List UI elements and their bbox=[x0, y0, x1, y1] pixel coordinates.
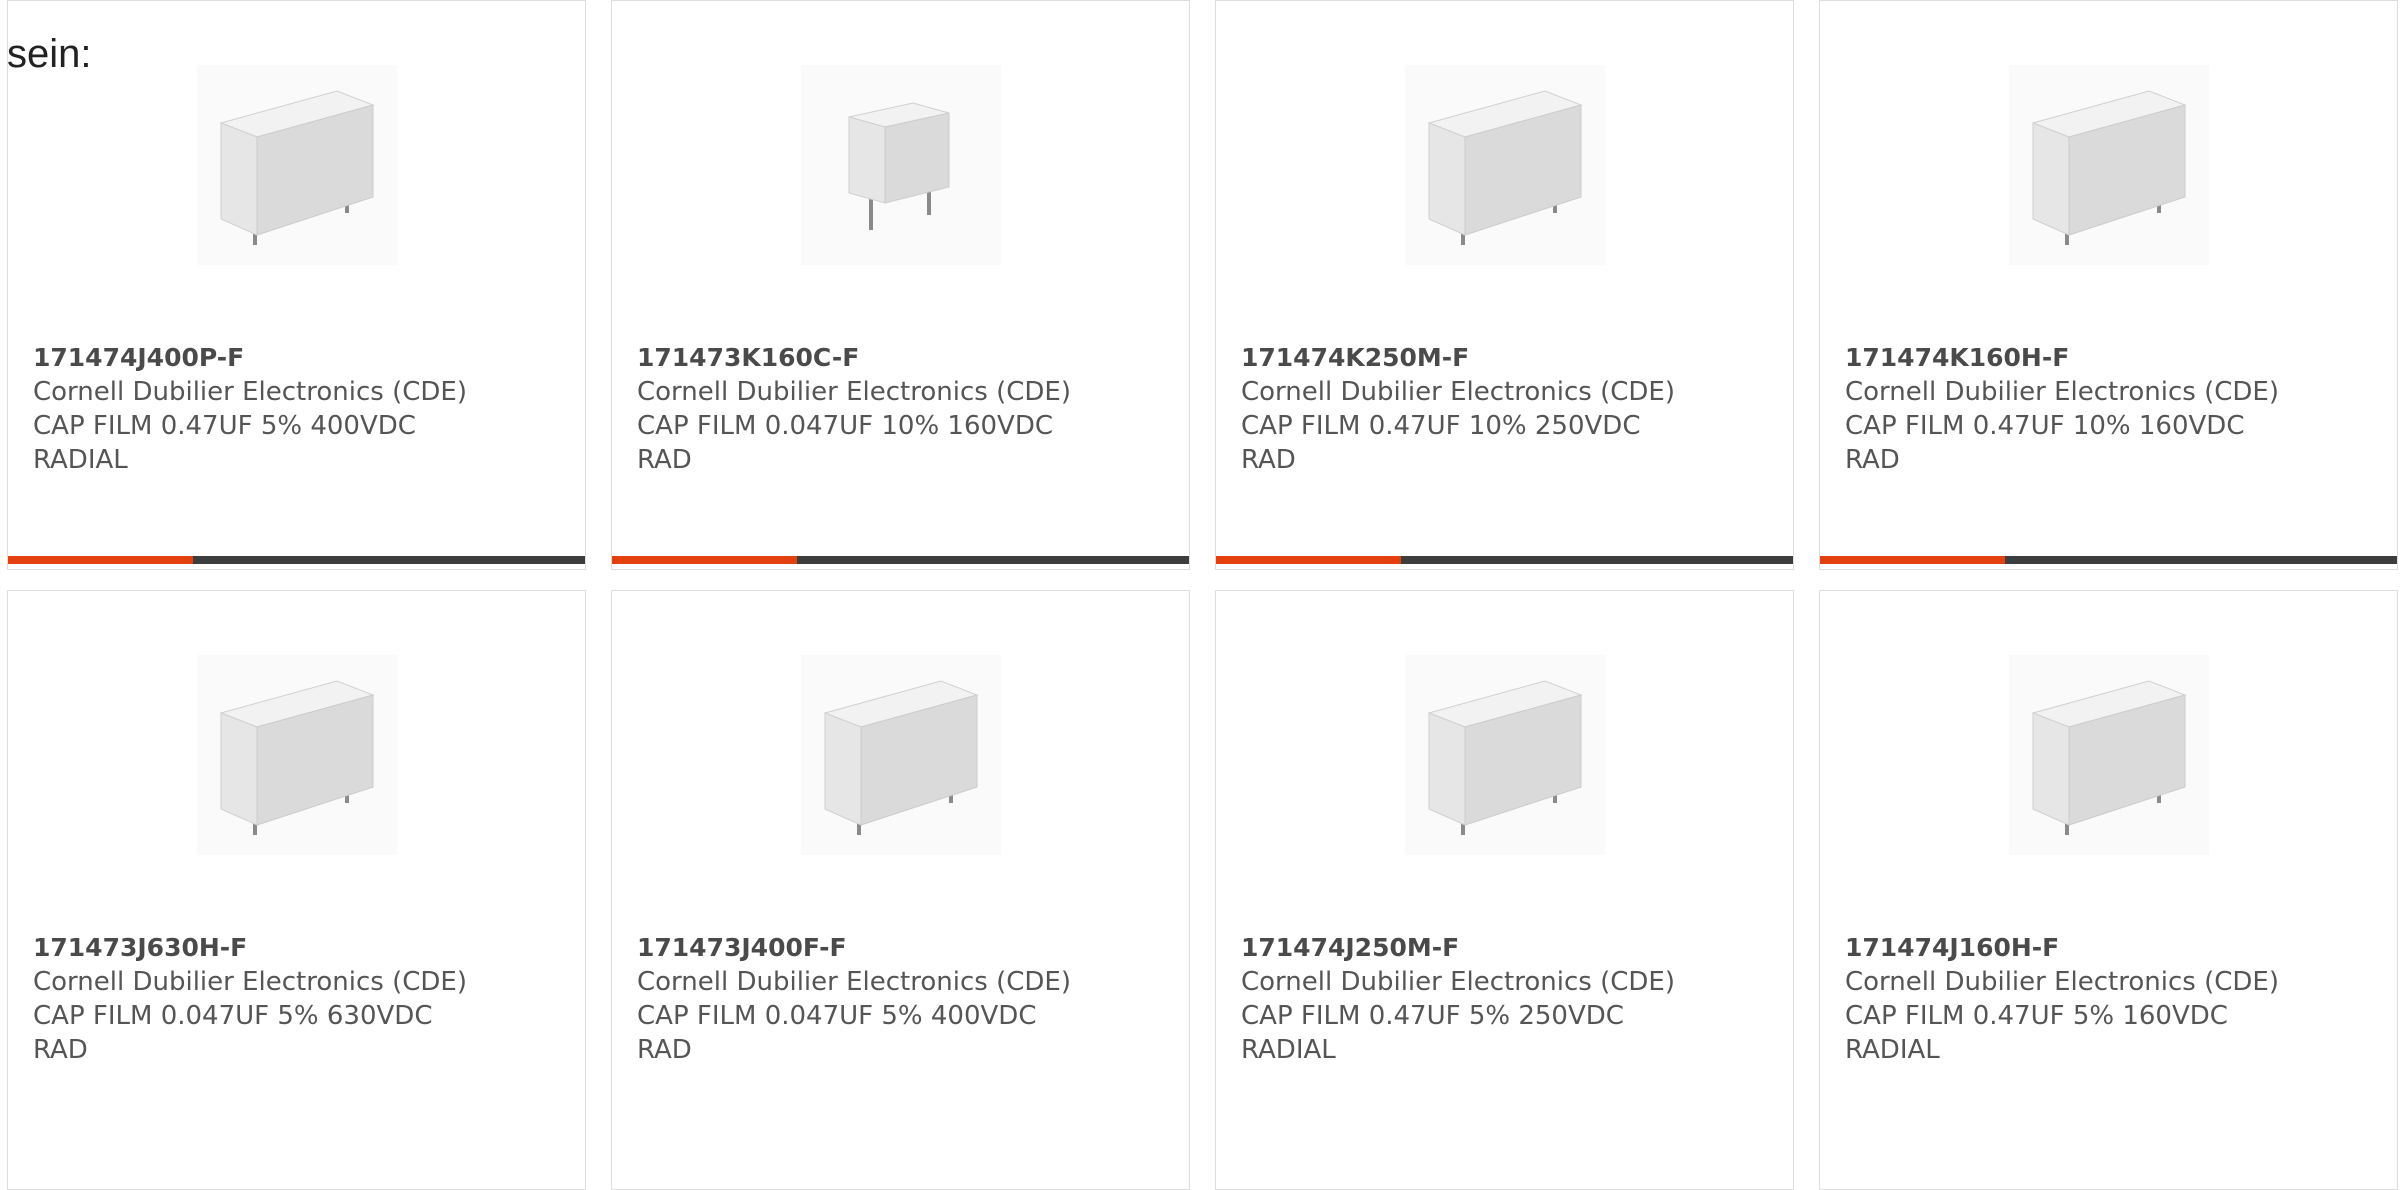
capacitor-image[interactable] bbox=[2008, 655, 2209, 855]
part-number-link[interactable]: 171474K160H-F bbox=[1845, 341, 2387, 375]
capacitor-image[interactable] bbox=[800, 655, 1001, 855]
product-description: CAP FILM 0.47UF 5% 250VDC bbox=[1241, 1001, 1624, 1031]
product-description-cont: RADIAL bbox=[1845, 1035, 1940, 1065]
product-description-cont: RAD bbox=[637, 445, 692, 475]
progress-bar-fill bbox=[8, 556, 193, 564]
part-number-link[interactable]: 171474J250M-F bbox=[1241, 931, 1783, 965]
part-number-link[interactable]: 171474K250M-F bbox=[1241, 341, 1783, 375]
manufacturer-name: Cornell Dubilier Electronics (CDE) bbox=[33, 967, 467, 997]
product-description-cont: RAD bbox=[1241, 445, 1296, 475]
product-card[interactable]: 171473J630H-F Cornell Dubilier Electronic… bbox=[7, 590, 586, 1190]
product-card[interactable]: 171474K250M-F Cornell Dubilier Electronic… bbox=[1215, 0, 1794, 570]
capacitor-image[interactable] bbox=[1404, 655, 1605, 855]
product-info: 171473K160C-F Cornell Dubilier Electronic… bbox=[637, 341, 1179, 477]
product-description: CAP FILM 0.47UF 10% 160VDC bbox=[1845, 411, 2245, 441]
part-number-link[interactable]: 171473J630H-F bbox=[33, 931, 575, 965]
intro-text: sein: bbox=[7, 32, 92, 76]
product-description: CAP FILM 0.47UF 10% 250VDC bbox=[1241, 411, 1641, 441]
product-description-cont: RAD bbox=[637, 1035, 692, 1065]
capacitor-image[interactable] bbox=[800, 65, 1001, 265]
product-description: CAP FILM 0.047UF 5% 400VDC bbox=[637, 1001, 1037, 1031]
product-description-cont: RADIAL bbox=[1241, 1035, 1336, 1065]
part-number-link[interactable]: 171474J160H-F bbox=[1845, 931, 2387, 965]
manufacturer-name: Cornell Dubilier Electronics (CDE) bbox=[1845, 377, 2279, 407]
capacitor-image[interactable] bbox=[2008, 65, 2209, 265]
product-description: CAP FILM 0.047UF 5% 630VDC bbox=[33, 1001, 433, 1031]
manufacturer-name: Cornell Dubilier Electronics (CDE) bbox=[33, 377, 467, 407]
product-info: 171473J400F-F Cornell Dubilier Electronic… bbox=[637, 931, 1179, 1067]
manufacturer-name: Cornell Dubilier Electronics (CDE) bbox=[1241, 377, 1675, 407]
product-info: 171474J400P-F Cornell Dubilier Electronic… bbox=[33, 341, 575, 477]
product-info: 171474K250M-F Cornell Dubilier Electronic… bbox=[1241, 341, 1783, 477]
product-card[interactable]: 171474J160H-F Cornell Dubilier Electronic… bbox=[1819, 590, 2398, 1190]
product-description-cont: RADIAL bbox=[33, 445, 128, 475]
product-info: 171474K160H-F Cornell Dubilier Electronic… bbox=[1845, 341, 2387, 477]
part-number-link[interactable]: 171473J400F-F bbox=[637, 931, 1179, 965]
product-card[interactable]: 171474J400P-F Cornell Dubilier Electronic… bbox=[7, 0, 586, 570]
capacitor-graphic bbox=[2008, 655, 2209, 855]
part-number-link[interactable]: 171474J400P-F bbox=[33, 341, 575, 375]
manufacturer-name: Cornell Dubilier Electronics (CDE) bbox=[1241, 967, 1675, 997]
progress-bar-fill bbox=[1216, 556, 1401, 564]
product-description: CAP FILM 0.47UF 5% 400VDC bbox=[33, 411, 416, 441]
product-description-cont: RAD bbox=[33, 1035, 88, 1065]
capacitor-graphic bbox=[196, 655, 397, 855]
manufacturer-name: Cornell Dubilier Electronics (CDE) bbox=[637, 377, 1071, 407]
manufacturer-name: Cornell Dubilier Electronics (CDE) bbox=[1845, 967, 2279, 997]
part-number-link[interactable]: 171473K160C-F bbox=[637, 341, 1179, 375]
product-info: 171474J160H-F Cornell Dubilier Electronic… bbox=[1845, 931, 2387, 1067]
product-card[interactable]: 171474K160H-F Cornell Dubilier Electronic… bbox=[1819, 0, 2398, 570]
product-description-cont: RAD bbox=[1845, 445, 1900, 475]
capacitor-image[interactable] bbox=[196, 655, 397, 855]
product-card[interactable]: 171473J400F-F Cornell Dubilier Electronic… bbox=[611, 590, 1190, 1190]
capacitor-graphic bbox=[800, 65, 1001, 265]
progress-bar bbox=[612, 556, 1189, 564]
progress-bar bbox=[8, 556, 585, 564]
product-description: CAP FILM 0.047UF 10% 160VDC bbox=[637, 411, 1054, 441]
capacitor-image[interactable] bbox=[196, 65, 397, 265]
progress-bar-fill bbox=[612, 556, 797, 564]
product-card[interactable]: 171474J250M-F Cornell Dubilier Electronic… bbox=[1215, 590, 1794, 1190]
capacitor-graphic bbox=[1404, 65, 1605, 265]
capacitor-graphic bbox=[800, 655, 1001, 855]
capacitor-graphic bbox=[196, 65, 397, 265]
product-description: CAP FILM 0.47UF 5% 160VDC bbox=[1845, 1001, 2228, 1031]
capacitor-graphic bbox=[1404, 655, 1605, 855]
progress-bar bbox=[1216, 556, 1793, 564]
product-card[interactable]: 171473K160C-F Cornell Dubilier Electronic… bbox=[611, 0, 1190, 570]
progress-bar-fill bbox=[1820, 556, 2005, 564]
product-info: 171473J630H-F Cornell Dubilier Electronic… bbox=[33, 931, 575, 1067]
product-info: 171474J250M-F Cornell Dubilier Electronic… bbox=[1241, 931, 1783, 1067]
capacitor-graphic bbox=[2008, 65, 2209, 265]
manufacturer-name: Cornell Dubilier Electronics (CDE) bbox=[637, 967, 1071, 997]
capacitor-image[interactable] bbox=[1404, 65, 1605, 265]
progress-bar bbox=[1820, 556, 2397, 564]
